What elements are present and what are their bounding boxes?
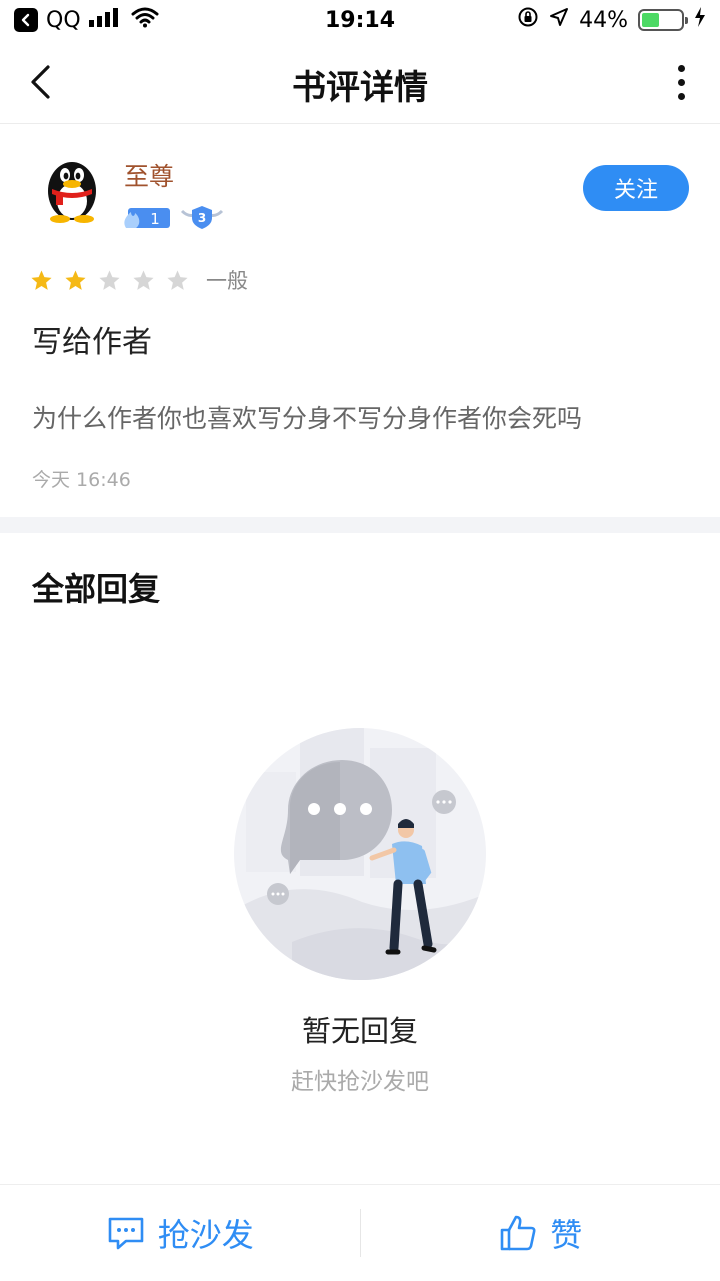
battery-icon [638,9,688,31]
review-card: 至尊 1 3 关注 一般 写给作者 为什么作者你也喜欢写分身不写分身作者你会死吗… [0,125,720,517]
star-icon [31,269,52,290]
empty-replies-illustration [232,712,490,982]
star-icon [99,269,120,290]
thumbs-up-icon [500,1215,536,1251]
more-options-button[interactable] [666,60,696,104]
empty-replies-title: 暂无回复 [301,1014,418,1048]
qq-penguin-avatar-icon [48,162,96,223]
carrier-label: QQ [46,7,81,33]
page-title: 书评详情 [292,68,428,108]
level-badge-number: 3 [198,211,206,225]
star-icon [133,269,154,290]
fire-badge: 1 [122,205,170,229]
review-timestamp: 今天 16:46 [32,469,131,491]
star-icon [167,269,188,290]
more-dot-icon [677,92,685,100]
more-dot-icon [677,78,685,86]
avatar[interactable] [40,153,104,223]
empty-replies-subtitle: 赶快抢沙发吧 [291,1069,429,1095]
like-button-label: 赞 [550,1216,583,1254]
charging-icon [694,7,706,33]
orientation-lock-icon [517,6,539,34]
comment-button[interactable]: 抢沙发 [0,1185,360,1281]
nav-bar: 书评详情 [0,40,720,124]
like-button[interactable]: 赞 [361,1185,720,1281]
username[interactable]: 至尊 [124,157,174,193]
review-title: 写给作者 [32,325,152,360]
signal-icon [88,7,123,33]
replies-section-title: 全部回复 [32,570,161,608]
follow-button[interactable]: 关注 [583,165,689,211]
star-icon [65,269,86,290]
section-divider [0,517,720,533]
bottom-action-bar: 抢沙发 赞 [0,1184,720,1281]
review-body: 为什么作者你也喜欢写分身不写分身作者你会死吗 [32,404,583,433]
comment-icon [108,1217,144,1250]
back-to-app-icon[interactable] [14,8,38,32]
rating-stars: 一般 [30,265,248,295]
level-badge: 3 [180,203,224,231]
status-bar: QQ 19:14 44% [0,0,720,40]
more-dot-icon [677,64,685,72]
comment-button-label: 抢沙发 [157,1216,254,1254]
rating-label: 一般 [206,269,248,293]
location-icon [549,7,569,33]
battery-percent: 44% [579,7,628,33]
fire-badge-count: 1 [150,210,160,228]
wifi-icon [131,6,159,34]
